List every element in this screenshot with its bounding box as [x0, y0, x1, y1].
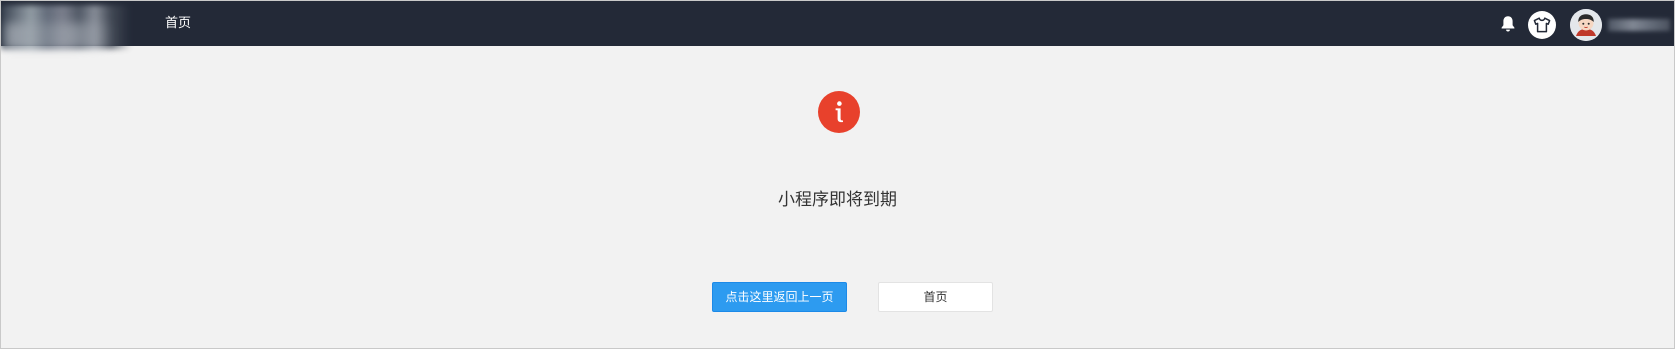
user-avatar-icon: [1570, 9, 1602, 41]
app-window: 首页 小程序即将到期 点击这里返回上一页 首页: [0, 0, 1675, 349]
nav-item-home[interactable]: 首页: [165, 16, 191, 32]
avatar[interactable]: [1570, 9, 1602, 41]
info-icon: [818, 91, 860, 133]
go-back-button[interactable]: 点击这里返回上一页: [712, 282, 847, 312]
top-nav-bar: 首页: [1, 1, 1674, 49]
home-button[interactable]: 首页: [878, 282, 993, 312]
expiry-message: 小程序即将到期: [778, 190, 897, 210]
tshirt-icon: [1533, 17, 1551, 33]
username[interactable]: [1608, 19, 1670, 31]
logo-blur-overlay: [5, 23, 115, 49]
bell-icon[interactable]: [1500, 15, 1516, 33]
theme-button[interactable]: [1528, 11, 1556, 39]
